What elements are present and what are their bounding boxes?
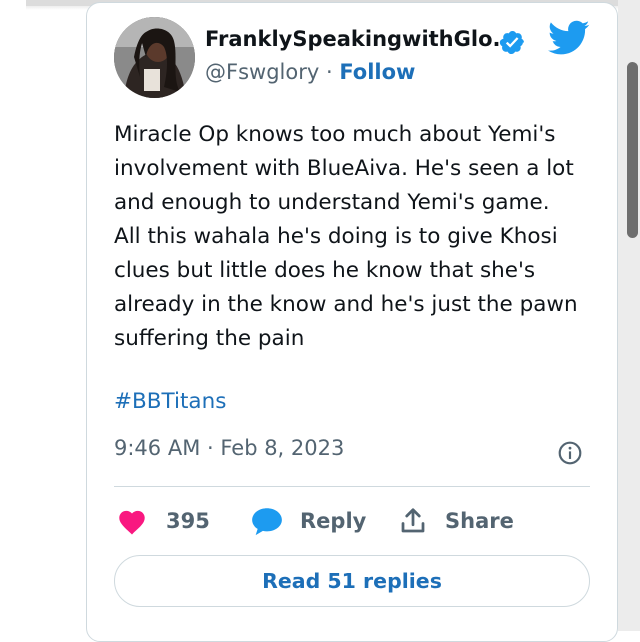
author-name[interactable]: FranklySpeakingwithGlo... [205, 27, 516, 51]
info-icon[interactable] [557, 440, 583, 466]
read-replies-button[interactable]: Read 51 replies [114, 555, 590, 607]
likes-count: 395 [166, 509, 210, 533]
tweet-text: Miracle Op knows too much about Yemi's i… [114, 118, 594, 356]
heart-icon [119, 510, 145, 535]
tweet-timestamp[interactable]: 9:46 AM · Feb 8, 2023 [114, 436, 344, 460]
share-button[interactable]: Share [398, 505, 514, 537]
tweet-text-line: suffering the pain [114, 326, 305, 351]
author-handle[interactable]: @Fswglory [205, 60, 319, 84]
tweet-text-line: Miracle Op knows too much about Yemi's [114, 122, 556, 147]
twitter-bird-icon[interactable] [548, 20, 590, 56]
follow-button[interactable]: Follow [339, 60, 415, 84]
separator-dot: · [319, 60, 340, 84]
share-upload-icon [401, 508, 425, 533]
tweet-text-line: All this wahala he's doing is to give Kh… [114, 224, 558, 249]
scrollbar-thumb[interactable] [627, 62, 638, 238]
tweet-text-line: and enough to understand Yemi's game. [114, 190, 550, 215]
handle-row: @Fswglory · Follow [205, 60, 415, 84]
tweet-text-line: involvement with BlueAiva. He's seen a l… [114, 156, 574, 181]
avatar[interactable] [114, 17, 195, 98]
tweet-text-line: clues but little does he know that she's [114, 258, 536, 283]
avatar-image [114, 17, 195, 98]
left-margin [0, 0, 26, 631]
tweet-text-line: already in the know and he's just the pa… [114, 292, 578, 317]
divider [114, 486, 590, 487]
verified-badge-icon [499, 30, 525, 55]
hashtag-link[interactable]: #BBTitans [114, 389, 226, 414]
reply-label: Reply [300, 509, 367, 533]
like-button[interactable]: 395 [116, 505, 210, 537]
share-label: Share [445, 509, 514, 533]
reply-button[interactable]: Reply [250, 505, 366, 537]
reply-bubble-icon [252, 508, 282, 536]
